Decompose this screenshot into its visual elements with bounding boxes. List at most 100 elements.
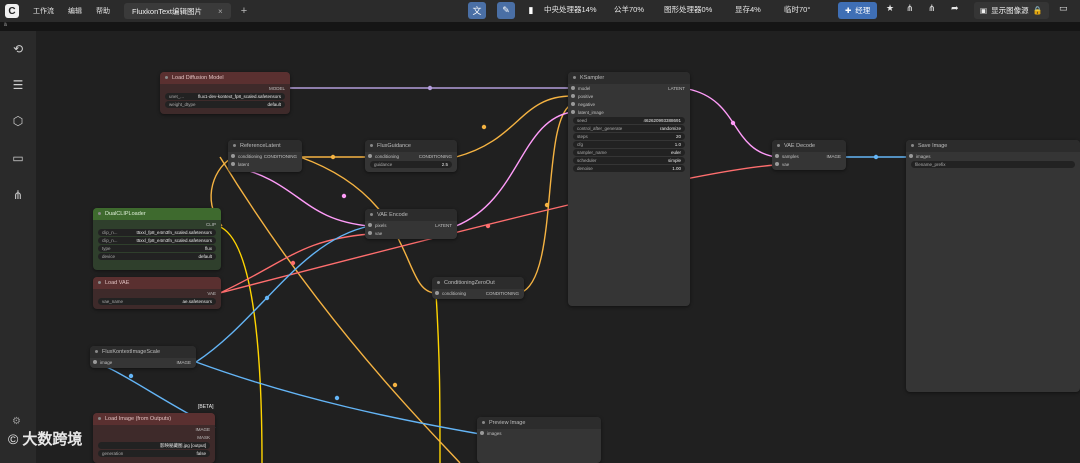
slot-output-image[interactable]: IMAGE bbox=[93, 425, 215, 433]
node-flux-guidance[interactable]: FluxGuidance conditioning CONDITIONING gu… bbox=[365, 140, 457, 172]
weight-dtype-widget[interactable]: weight_dtype default bbox=[165, 101, 285, 108]
node-conditioning-zero-out[interactable]: ConditioningZeroOut conditioning CONDITIO… bbox=[432, 277, 524, 299]
slot-positive[interactable]: positive bbox=[568, 92, 690, 100]
manager-label: 经理 bbox=[855, 6, 871, 15]
watermark: © 大数跨境 bbox=[8, 428, 82, 449]
slot-vae[interactable]: vae bbox=[365, 229, 457, 237]
node-title: Load Image (from Outputs) bbox=[93, 413, 215, 425]
unet-name-widget[interactable]: unet_... flux1-dev-kontext_fp8_scaled.saf… bbox=[165, 93, 285, 100]
auto-refresh-widget[interactable]: generation false bbox=[98, 450, 210, 457]
slot-images[interactable]: images bbox=[906, 152, 1080, 160]
node-flux-kontext-image-scale[interactable]: FluxKontextImageScale image IMAGE bbox=[90, 346, 196, 368]
clip2-widget[interactable]: clip_n... t5xxl_fp8_e4m3fn_scaled.safeten… bbox=[98, 237, 216, 244]
watermark-text: 大数跨境 bbox=[22, 431, 83, 448]
left-sidebar: ⟲ ☰ ⬡ ▭ ⋔ ⚙ bbox=[0, 31, 37, 463]
cfg-widget[interactable]: cfg 1.0 bbox=[573, 141, 685, 148]
manager-button[interactable]: ✚ 经理 bbox=[838, 2, 878, 19]
folder-icon[interactable]: ▭ bbox=[10, 150, 26, 166]
share-icon[interactable]: ➦ bbox=[951, 3, 959, 14]
seed-widget[interactable]: seed 462620993388691 bbox=[573, 117, 685, 124]
node-ksampler[interactable]: KSampler model LATENT positive negative l… bbox=[568, 72, 690, 306]
sub-bar-label: ä bbox=[4, 22, 7, 28]
slot-output[interactable]: MODEL bbox=[160, 84, 290, 92]
image-widget[interactable]: 影映秘藏图.jpg [output] bbox=[98, 442, 210, 449]
settings-icon[interactable]: ⚙ bbox=[12, 416, 21, 427]
node-vae-encode[interactable]: VAE Encode pixels LATENT vae bbox=[365, 209, 457, 239]
bookmark-icon[interactable]: ▮ bbox=[522, 2, 540, 19]
node-title: VAE Encode bbox=[365, 209, 457, 221]
canvas-tool-icon[interactable]: ✎ bbox=[497, 2, 515, 19]
node-vae-decode[interactable]: VAE Decode samples IMAGE vae bbox=[772, 140, 846, 170]
workflow-tab-title: FluxkonText编辑图片 bbox=[132, 6, 203, 16]
node-dual-clip-loader[interactable]: DualCLIPLoader CLIP clip_n... t5xxl_fp8_e… bbox=[93, 208, 221, 270]
scheduler-widget[interactable]: scheduler simple bbox=[573, 157, 685, 164]
image-icon: ▣ bbox=[980, 6, 988, 15]
workflow-tab[interactable]: FluxkonText编辑图片 × bbox=[124, 3, 231, 19]
ram-usage: 公羊70% bbox=[614, 5, 645, 14]
watermark-logo-icon: © bbox=[8, 430, 19, 447]
star-icon[interactable]: ★ bbox=[886, 3, 894, 14]
slot-samples[interactable]: samples IMAGE bbox=[772, 152, 846, 160]
guidance-widget[interactable]: guidance 2.5 bbox=[370, 161, 452, 168]
node-reference-latent[interactable]: ReferenceLatent conditioning CONDITIONING… bbox=[228, 140, 302, 172]
slot-negative[interactable]: negative bbox=[568, 100, 690, 108]
clip1-widget[interactable]: clip_n... t5xxl_fp8_e4m3fn_scaled.safeten… bbox=[98, 229, 216, 236]
show-image-source-button[interactable]: ▣ 显示图像源 🔒 bbox=[974, 2, 1049, 19]
slot-pixels[interactable]: pixels LATENT bbox=[365, 221, 457, 229]
node-title: VAE Decode bbox=[772, 140, 846, 152]
slot-output[interactable]: CLIP bbox=[93, 220, 221, 228]
node-title: Load Diffusion Model bbox=[160, 72, 290, 84]
node-icon-a[interactable]: ⋔ bbox=[906, 3, 914, 14]
node-icon-b[interactable]: ⋔ bbox=[928, 3, 936, 14]
slot-output[interactable]: VAE bbox=[93, 289, 221, 297]
workflow-tree-icon[interactable]: ⋔ bbox=[10, 187, 26, 203]
node-title: KSampler bbox=[568, 72, 690, 84]
node-save-image[interactable]: Save Image images filename_prefix bbox=[906, 140, 1080, 392]
comfy-logo-icon[interactable]: C bbox=[5, 4, 19, 18]
temp-usage: 临时70° bbox=[784, 5, 811, 14]
slot-output-mask[interactable]: MASK bbox=[93, 433, 215, 441]
device-widget[interactable]: device default bbox=[98, 253, 216, 260]
slot-images[interactable]: images bbox=[477, 429, 601, 437]
slot-model[interactable]: model LATENT bbox=[568, 84, 690, 92]
image-source-label: 显示图像源 bbox=[991, 6, 1029, 15]
node-load-diffusion-model[interactable]: Load Diffusion Model MODEL unet_... flux1… bbox=[160, 72, 290, 114]
vae-name-widget[interactable]: vae_name ae.safetensors bbox=[98, 298, 216, 305]
denoise-widget[interactable]: denoise 1.00 bbox=[573, 165, 685, 172]
sampler-name-widget[interactable]: sampler_name euler bbox=[573, 149, 685, 156]
menu-workflow[interactable]: 工作流 bbox=[33, 6, 54, 16]
slot-vae[interactable]: vae bbox=[772, 160, 846, 168]
queue-list-icon[interactable]: ☰ bbox=[10, 77, 26, 93]
type-widget[interactable]: type flux bbox=[98, 245, 216, 252]
slot-image[interactable]: image IMAGE bbox=[90, 358, 196, 366]
puzzle-icon: ✚ bbox=[845, 6, 852, 15]
node-preview-image[interactable]: Preview Image images bbox=[477, 417, 601, 463]
menu-edit[interactable]: 编辑 bbox=[68, 6, 82, 16]
node-title: Load VAE bbox=[93, 277, 221, 289]
translate-icon[interactable]: 文 bbox=[468, 2, 486, 19]
slot-conditioning[interactable]: conditioning CONDITIONING bbox=[365, 152, 457, 160]
slot-conditioning[interactable]: conditioning CONDITIONING bbox=[432, 289, 524, 297]
cpu-usage: 中央处理器14% bbox=[544, 5, 597, 14]
node-title: FluxKontextImageScale bbox=[90, 346, 196, 358]
lock-icon: 🔒 bbox=[1032, 6, 1043, 15]
sub-bar: ä bbox=[0, 22, 1080, 31]
menu-help[interactable]: 帮助 bbox=[96, 6, 110, 16]
slot-latent-image[interactable]: latent_image bbox=[568, 108, 690, 116]
model-cube-icon[interactable]: ⬡ bbox=[10, 113, 26, 129]
slot-conditioning[interactable]: conditioning CONDITIONING bbox=[228, 152, 302, 160]
node-load-image-outputs[interactable]: Load Image (from Outputs) IMAGE MASK 影映秘… bbox=[93, 413, 215, 463]
control-after-generate-widget[interactable]: control_after_generate randomize bbox=[573, 125, 685, 132]
node-title: Save Image bbox=[906, 140, 1080, 152]
node-title: FluxGuidance bbox=[365, 140, 457, 152]
add-tab-button[interactable]: + bbox=[241, 5, 247, 17]
panel-toggle-icon[interactable]: ▭ bbox=[1059, 3, 1068, 14]
filename-prefix-widget[interactable]: filename_prefix bbox=[911, 161, 1075, 168]
node-title: DualCLIPLoader bbox=[93, 208, 221, 220]
slot-latent[interactable]: latent bbox=[228, 160, 302, 168]
close-tab-icon[interactable]: × bbox=[218, 7, 223, 16]
node-load-vae[interactable]: Load VAE VAE vae_name ae.safetensors bbox=[93, 277, 221, 309]
history-icon[interactable]: ⟲ bbox=[10, 41, 26, 57]
top-menu-bar: C 工作流 编辑 帮助 FluxkonText编辑图片 × + 文 ✎ ▮ 中央… bbox=[0, 0, 1080, 22]
steps-widget[interactable]: steps 20 bbox=[573, 133, 685, 140]
